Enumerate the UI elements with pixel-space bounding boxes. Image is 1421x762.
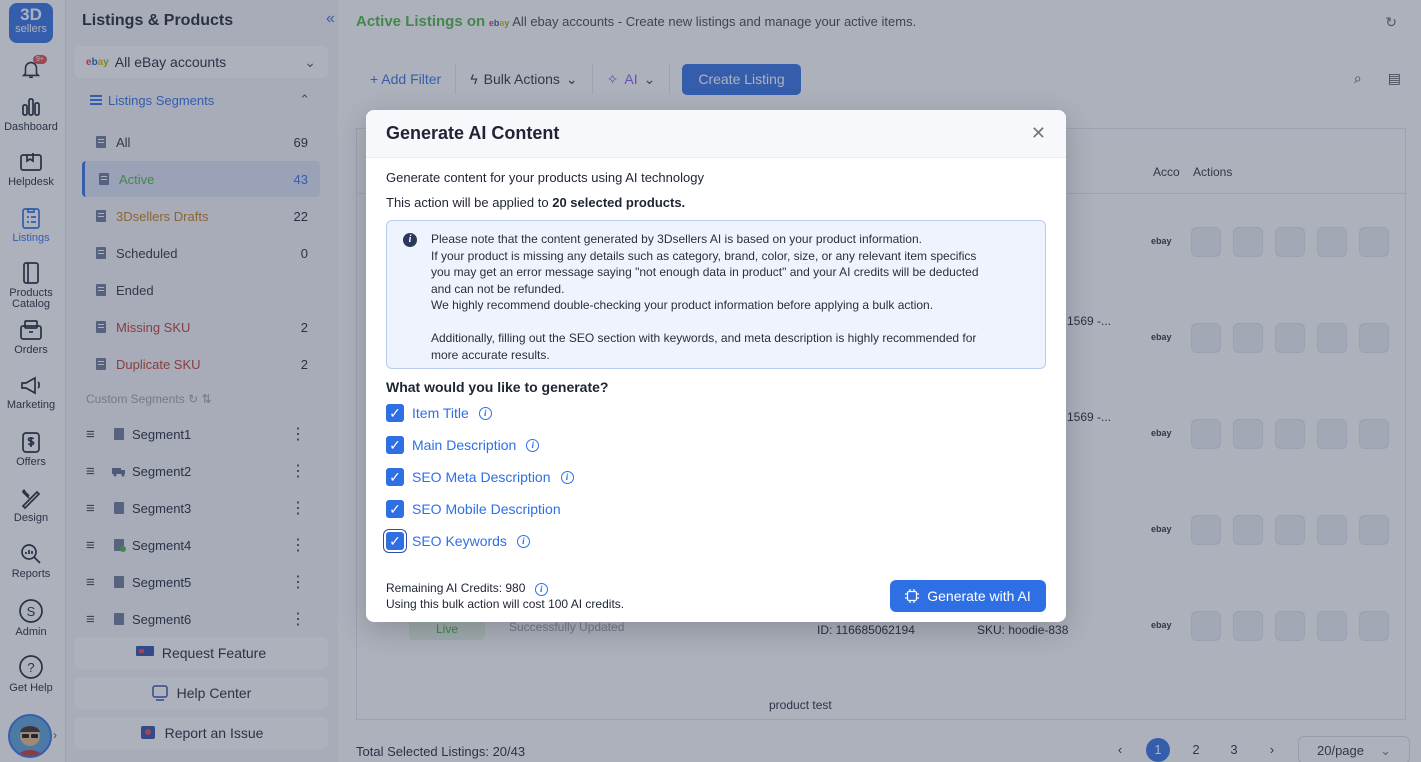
option-seo-keywords[interactable]: ✓ SEO Keywords i <box>386 531 530 551</box>
generate-with-ai-button[interactable]: Generate with AI <box>890 580 1046 612</box>
note-line: you may get an error message saying "not… <box>431 265 979 279</box>
option-main-description[interactable]: ✓ Main Description i <box>386 435 540 455</box>
checkbox-checked-icon[interactable]: ✓ <box>386 500 404 518</box>
note-line: We highly recommend double-checking your… <box>431 298 934 312</box>
checkbox-checked-icon[interactable]: ✓ <box>386 468 404 486</box>
ai-chip-icon <box>905 589 920 603</box>
ai-info-note: i Please note that the content generated… <box>386 220 1046 369</box>
applied-notice: This action will be applied to 20 select… <box>386 195 685 210</box>
info-icon: i <box>403 233 417 247</box>
note-line <box>431 314 1029 331</box>
dialog-subtitle: Generate content for your products using… <box>386 170 704 185</box>
generate-ai-content-dialog: Generate AI Content ✕ Generate content f… <box>366 110 1066 622</box>
note-line: Please note that the content generated b… <box>431 232 922 246</box>
dialog-title: Generate AI Content <box>386 123 560 143</box>
option-label: SEO Mobile Description <box>412 501 561 517</box>
note-line: Additionally, filling out the SEO sectio… <box>431 331 977 345</box>
info-icon[interactable]: i <box>560 470 574 484</box>
info-icon[interactable]: i <box>526 438 540 452</box>
option-label: SEO Meta Description <box>412 469 551 485</box>
dialog-header: Generate AI Content ✕ <box>366 110 1066 158</box>
generate-button-label: Generate with AI <box>927 588 1031 604</box>
credits-cost: Using this bulk action will cost 100 AI … <box>386 597 625 611</box>
info-icon[interactable]: i <box>478 406 492 420</box>
applied-count: 20 selected products. <box>552 195 686 210</box>
close-icon[interactable]: ✕ <box>1031 123 1046 144</box>
note-line: more accurate results. <box>431 347 550 362</box>
option-seo-mobile-description[interactable]: ✓ SEO Mobile Description <box>386 499 561 519</box>
info-icon[interactable]: i <box>516 534 530 548</box>
option-label: Item Title <box>412 405 469 421</box>
option-seo-meta-description[interactable]: ✓ SEO Meta Description i <box>386 467 574 487</box>
credits-remaining: Remaining AI Credits: 980 <box>386 581 526 595</box>
generate-question: What would you like to generate? <box>386 379 609 395</box>
note-line: and can not be refunded. <box>431 281 565 296</box>
note-line: If your product is missing any details s… <box>431 248 977 263</box>
applied-prefix: This action will be applied to <box>386 195 549 210</box>
checkbox-checked-icon[interactable]: ✓ <box>386 404 404 422</box>
ai-credits-info: Remaining AI Credits: 980 i Using this b… <box>386 580 624 612</box>
checkbox-checked-icon[interactable]: ✓ <box>386 436 404 454</box>
option-label: SEO Keywords <box>412 533 507 549</box>
option-item-title[interactable]: ✓ Item Title i <box>386 403 492 423</box>
option-label: Main Description <box>412 437 517 453</box>
info-icon[interactable]: i <box>534 583 548 596</box>
checkbox-checked-icon[interactable]: ✓ <box>386 532 404 550</box>
